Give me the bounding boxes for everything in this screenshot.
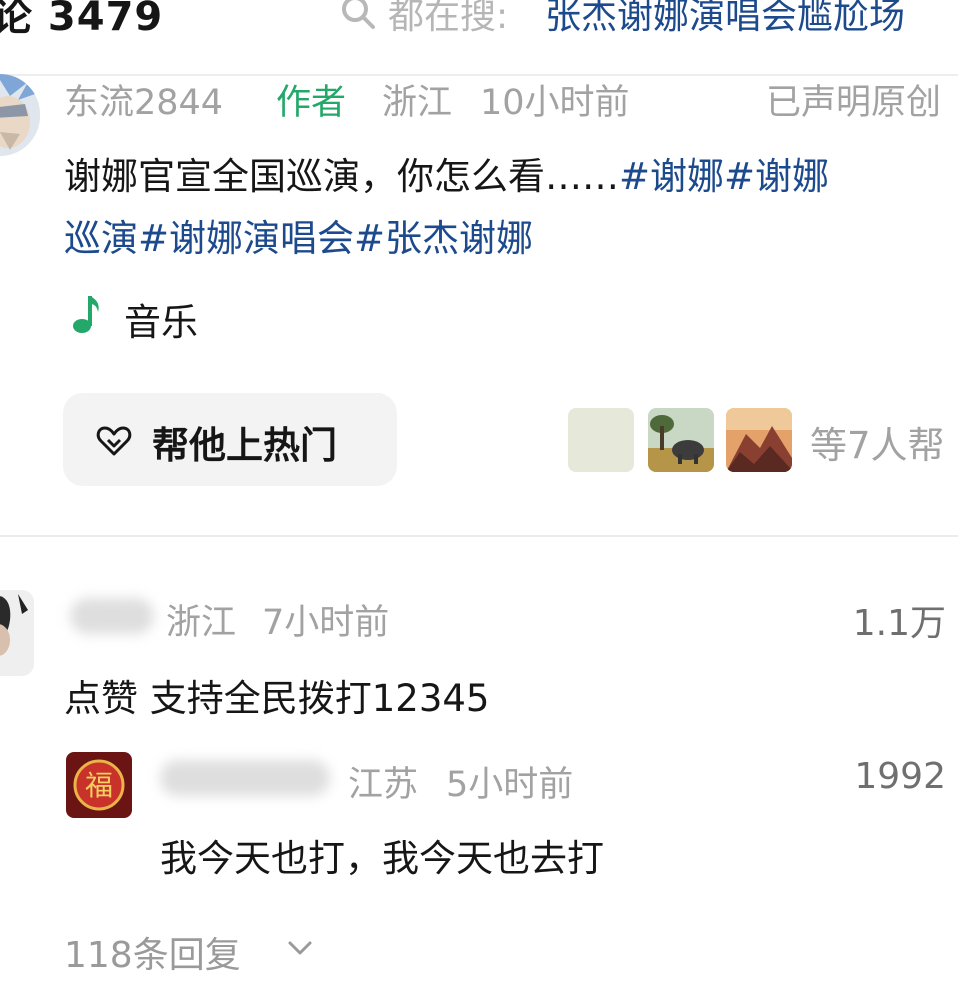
- boost-hot-label: 帮他上热门: [152, 424, 337, 467]
- helpers-count-label[interactable]: 等7人帮: [810, 415, 945, 469]
- svg-text:福: 福: [85, 769, 113, 802]
- comment-count-title: 论 3479: [0, 0, 164, 40]
- hashtag-link[interactable]: #谢娜#谢娜: [619, 155, 829, 198]
- reply-text: 我今天也打，我今天也去打: [160, 837, 604, 880]
- comment-location: 浙江: [166, 603, 237, 643]
- chevron-down-icon[interactable]: [286, 938, 314, 958]
- reply-avatar[interactable]: 福: [66, 752, 132, 818]
- post-text-line-1: 谢娜官宣全国巡演，你怎么看……#谢娜#谢娜: [64, 146, 829, 200]
- heart-hot-icon: [96, 426, 132, 456]
- comment-text: 点赞 支持全民拨打12345: [64, 677, 490, 720]
- search-icon[interactable]: [338, 0, 378, 32]
- reply-location: 江苏: [348, 765, 419, 805]
- helper-avatar[interactable]: [568, 408, 634, 472]
- hashtag-links-line-2[interactable]: 巡演#谢娜演唱会#张杰谢娜: [64, 208, 533, 262]
- divider: [0, 535, 958, 537]
- search-prefix[interactable]: 都在搜:: [388, 0, 508, 39]
- music-label[interactable]: 音乐: [124, 292, 198, 346]
- commenter-name-blurred[interactable]: [70, 598, 154, 634]
- post-time: 10小时前: [480, 83, 630, 123]
- helper-avatar[interactable]: [726, 408, 792, 472]
- comment-time: 7小时前: [262, 603, 390, 643]
- original-declared-label: 已声明原创: [766, 83, 942, 123]
- music-note-icon: [73, 296, 99, 333]
- comment-like-count[interactable]: 1.1万: [853, 594, 946, 646]
- post-text: 谢娜官宣全国巡演，你怎么看……: [64, 155, 619, 198]
- author-name[interactable]: 东流2844: [64, 74, 223, 125]
- author-badge: 作者: [276, 83, 347, 123]
- trending-search-term[interactable]: 张杰谢娜演唱会尴尬场: [545, 0, 905, 39]
- commenter-avatar[interactable]: [0, 590, 34, 676]
- reply-time: 5小时前: [446, 765, 574, 805]
- author-avatar[interactable]: [0, 74, 40, 156]
- view-replies-link[interactable]: 118条回复: [64, 926, 241, 978]
- post-location: 浙江: [382, 83, 453, 123]
- reply-name-blurred[interactable]: [160, 760, 330, 796]
- reply-like-count[interactable]: 1992: [854, 756, 946, 797]
- helper-avatar[interactable]: [648, 408, 714, 472]
